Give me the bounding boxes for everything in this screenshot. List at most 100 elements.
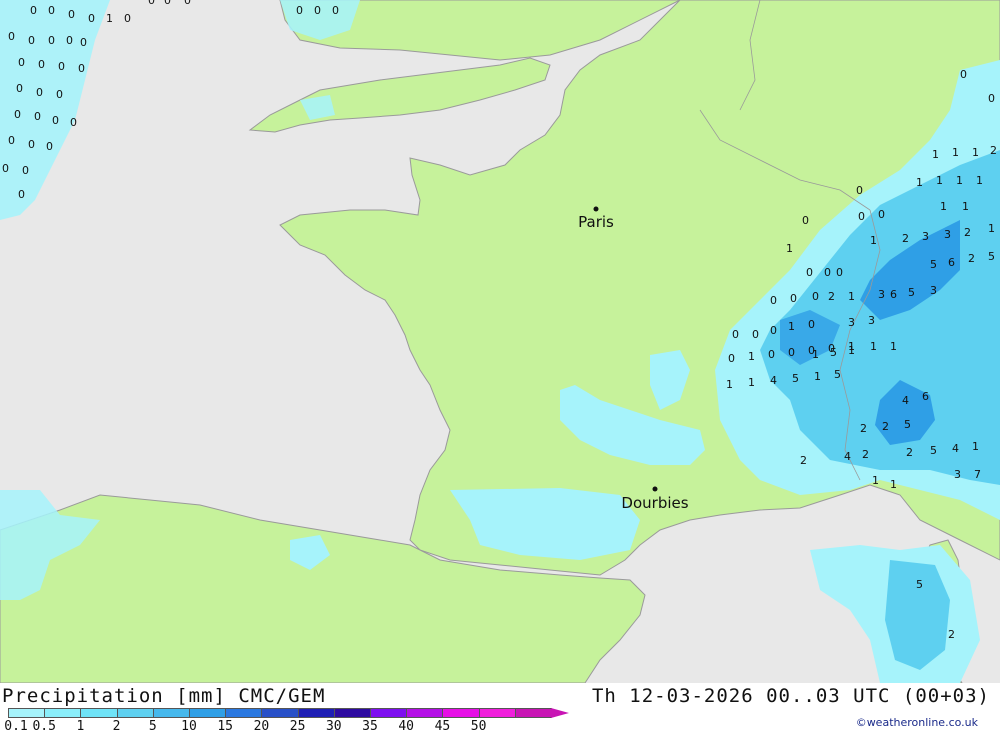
precip-value-label: 0 bbox=[88, 12, 95, 25]
legend-label: 1 bbox=[76, 719, 85, 734]
precip-value-label: 0 bbox=[58, 60, 65, 73]
footer-bar: Precipitation [mm] CMC/GEM Th 12-03-2026… bbox=[0, 683, 1000, 734]
precip-value-label: 3 bbox=[954, 468, 961, 481]
precip-value-label: 0 bbox=[728, 352, 735, 365]
precip-value-label: 3 bbox=[868, 314, 875, 327]
precip-value-label: 3 bbox=[944, 228, 951, 241]
precip-value-label: 1 bbox=[786, 242, 793, 255]
precip-value-label: 0 bbox=[34, 110, 41, 123]
legend-swatch bbox=[478, 708, 516, 718]
precip-value-label: 1 bbox=[962, 200, 969, 213]
precip-value-label: 0 bbox=[28, 138, 35, 151]
precip-value-label: 3 bbox=[922, 230, 929, 243]
paris-dot bbox=[593, 206, 599, 212]
legend-swatch bbox=[297, 708, 335, 718]
legend-arrow bbox=[551, 708, 569, 718]
precip-value-label: 0 bbox=[56, 88, 63, 101]
precipitation-map[interactable]: Paris Dourbies 0 0 0 0 1 00 0 00 0 00 0 0 0 00 0 0 00 0 00… bbox=[0, 0, 1000, 683]
precip-value-label: 2 bbox=[828, 290, 835, 303]
precip-value-label: 1 bbox=[956, 174, 963, 187]
legend-swatch bbox=[152, 708, 190, 718]
precip-value-label: 0 bbox=[836, 266, 843, 279]
legend-label: 2 bbox=[112, 719, 121, 734]
precip-value-label: 0 bbox=[8, 134, 15, 147]
precip-value-label: 5 bbox=[930, 258, 937, 271]
precip-value-label: 0 bbox=[80, 36, 87, 49]
precip-value-label: 0 bbox=[824, 266, 831, 279]
legend-swatch bbox=[442, 708, 480, 718]
legend-swatch bbox=[189, 708, 227, 718]
precip-value-label: 5 bbox=[916, 578, 923, 591]
precip-value-label: 1 bbox=[916, 176, 923, 189]
precip-value-label: 1 bbox=[748, 376, 755, 389]
precip-value-label: 1 bbox=[972, 440, 979, 453]
precip-value-label: 0 bbox=[68, 8, 75, 21]
legend-label: 5 bbox=[148, 719, 157, 734]
precip-value-label: 0 bbox=[48, 4, 55, 17]
legend-label: 10 bbox=[181, 719, 197, 734]
precip-value-label: 1 bbox=[848, 290, 855, 303]
precip-value-label: 0 bbox=[752, 328, 759, 341]
precip-value-label: 0 bbox=[856, 184, 863, 197]
precip-value-label: 0 bbox=[296, 4, 303, 17]
precip-value-label: 1 bbox=[936, 174, 943, 187]
precip-value-label: 0 bbox=[18, 188, 25, 201]
credit-link[interactable]: ©weatheronline.co.uk bbox=[856, 716, 978, 729]
precip-value-label: 3 bbox=[878, 288, 885, 301]
precip-value-label: 0 bbox=[70, 116, 77, 129]
precip-value-label: 0 bbox=[768, 348, 775, 361]
precip-value-label: 0 bbox=[808, 318, 815, 331]
precip-value-label: 0 bbox=[66, 34, 73, 47]
precip-value-label: 1 bbox=[890, 340, 897, 353]
precip-value-label: 0 bbox=[788, 346, 795, 359]
precip-value-label: 2 bbox=[964, 226, 971, 239]
legend-swatch bbox=[116, 708, 154, 718]
precip-value-label: 0 bbox=[878, 208, 885, 221]
precip-value-label: 7 bbox=[974, 468, 981, 481]
precip-value-label: 5 bbox=[988, 250, 995, 263]
precip-value-label: 1 bbox=[106, 12, 113, 25]
precip-value-label: 3 bbox=[848, 316, 855, 329]
precip-value-label: 0 bbox=[48, 34, 55, 47]
precip-value-label: 0 bbox=[332, 4, 339, 17]
precip-value-label: 6 bbox=[922, 390, 929, 403]
precip-value-label: 1 bbox=[932, 148, 939, 161]
precip-value-label: 6 bbox=[890, 288, 897, 301]
precip-value-label: 2 bbox=[948, 628, 955, 641]
precip-value-label: 0 bbox=[28, 34, 35, 47]
legend-label: 40 bbox=[398, 719, 415, 734]
city-label-paris: Paris bbox=[578, 213, 614, 231]
legend-swatch bbox=[406, 708, 444, 718]
precip-value-label: 0 bbox=[16, 82, 23, 95]
precip-value-label: 1 bbox=[890, 478, 897, 491]
precip-value-label: 2 bbox=[902, 232, 909, 245]
precip-value-label: 0 bbox=[164, 0, 171, 7]
precip-value-label: 3 bbox=[930, 284, 937, 297]
legend-label: 15 bbox=[217, 719, 234, 734]
legend-swatch bbox=[80, 708, 118, 718]
precip-value-label: 1 bbox=[870, 340, 877, 353]
precip-value-label: 4 bbox=[902, 394, 909, 407]
precip-value-label: 1 bbox=[976, 174, 983, 187]
legend-swatch bbox=[225, 708, 263, 718]
precip-value-label: 0 bbox=[314, 4, 321, 17]
legend-label: 30 bbox=[325, 719, 342, 734]
precip-value-label: 4 bbox=[770, 374, 777, 387]
precip-value-label: 0 bbox=[770, 294, 777, 307]
legend-label: 0.1 bbox=[4, 719, 28, 734]
chart-title: Precipitation [mm] CMC/GEM bbox=[2, 685, 326, 707]
precip-value-label: 1 bbox=[870, 234, 877, 247]
precip-value-label: 0 bbox=[124, 12, 131, 25]
precip-value-label: 0 bbox=[22, 164, 29, 177]
precip-value-label: 1 bbox=[972, 146, 979, 159]
precip-value-label: 1 bbox=[814, 370, 821, 383]
precip-value-label: 2 bbox=[800, 454, 807, 467]
precip-value-label: 1 bbox=[952, 146, 959, 159]
precip-value-label: 0 bbox=[78, 62, 85, 75]
precip-value-label: 1 bbox=[748, 350, 755, 363]
precip-value-label: 4 bbox=[952, 442, 959, 455]
precip-value-label: 2 bbox=[882, 420, 889, 433]
precip-value-label: 0 bbox=[828, 342, 835, 355]
legend-label: 20 bbox=[253, 719, 270, 734]
precip-value-label: 1 bbox=[788, 320, 795, 333]
